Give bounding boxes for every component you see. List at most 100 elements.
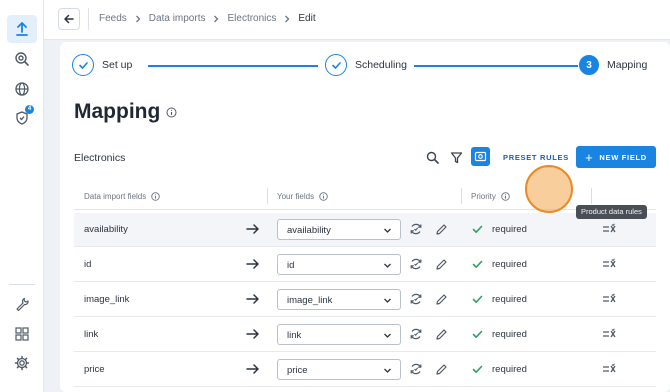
table-row: id id required — [74, 248, 656, 282]
check-icon — [325, 54, 347, 76]
target-field-select[interactable]: image_link — [277, 289, 401, 310]
select-value: id — [287, 260, 295, 271]
chevron-down-icon — [384, 368, 391, 373]
column-divider — [461, 188, 462, 204]
pencil-icon[interactable] — [433, 256, 449, 272]
source-field: link — [84, 329, 99, 340]
arrow-right-icon — [246, 329, 259, 339]
new-field-button[interactable]: + NEW FIELD — [576, 146, 656, 168]
priority-cell: required — [472, 259, 527, 270]
view-toggle-icon[interactable] — [471, 147, 490, 166]
transform-icon[interactable] — [408, 256, 424, 272]
step-label: Set up — [102, 59, 133, 71]
table-row: availability availability required — [74, 213, 656, 247]
section-name: Electronics — [74, 152, 126, 164]
rail-divider — [9, 284, 35, 285]
column-divider — [591, 188, 592, 204]
product-data-rules-icon[interactable] — [600, 222, 618, 236]
new-field-label: NEW FIELD — [599, 152, 647, 162]
chevron-down-icon — [384, 228, 391, 233]
top-bar: Feeds Data imports Electronics Edit — [44, 0, 670, 40]
target-search-icon[interactable] — [7, 45, 37, 73]
source-field: id — [84, 259, 92, 270]
search-icon[interactable] — [423, 148, 441, 166]
priority-cell: required — [472, 224, 527, 235]
chevron-down-icon — [384, 263, 391, 268]
pencil-icon[interactable] — [433, 326, 449, 342]
table-row: price price required — [74, 353, 656, 387]
breadcrumb-electronics[interactable]: Electronics — [227, 13, 276, 24]
breadcrumb-data-imports[interactable]: Data imports — [149, 13, 206, 24]
column-divider — [267, 188, 268, 204]
pencil-icon[interactable] — [433, 361, 449, 377]
target-field-select[interactable]: id — [277, 254, 401, 275]
chevron-right-icon — [283, 15, 291, 23]
priority-value: required — [492, 329, 527, 340]
select-value: price — [287, 365, 308, 376]
priority-value: required — [492, 224, 527, 235]
breadcrumb-feeds[interactable]: Feeds — [99, 13, 127, 24]
step-connector — [148, 65, 318, 67]
priority-cell: required — [472, 364, 527, 375]
upload-icon[interactable] — [7, 15, 37, 43]
priority-value: required — [492, 364, 527, 375]
product-data-rules-icon[interactable] — [600, 292, 618, 306]
info-icon[interactable] — [166, 107, 177, 118]
gear-icon[interactable] — [7, 349, 37, 377]
header-label: Your fields — [277, 192, 315, 201]
shield-icon[interactable]: 4 — [7, 104, 37, 132]
transform-icon[interactable] — [408, 361, 424, 377]
globe-icon[interactable] — [7, 75, 37, 103]
filter-icon[interactable] — [447, 148, 465, 166]
back-button[interactable] — [58, 8, 80, 30]
arrow-right-icon — [246, 294, 259, 304]
wrench-icon[interactable] — [7, 290, 37, 318]
priority-cell: required — [472, 329, 527, 340]
priority-value: required — [492, 259, 527, 270]
pencil-icon[interactable] — [433, 221, 449, 237]
cursor-highlight — [525, 165, 573, 213]
target-field-select[interactable]: price — [277, 359, 401, 380]
source-field: price — [84, 364, 105, 375]
transform-icon[interactable] — [408, 326, 424, 342]
check-icon — [472, 224, 483, 235]
info-icon[interactable] — [151, 192, 160, 201]
pencil-icon[interactable] — [433, 291, 449, 307]
target-field-select[interactable]: link — [277, 324, 401, 345]
info-icon[interactable] — [319, 192, 328, 201]
step-setup[interactable]: Set up — [72, 54, 132, 76]
product-data-rules-icon[interactable] — [600, 362, 618, 376]
select-value: link — [287, 330, 302, 341]
header-label: Data import fields — [84, 192, 147, 201]
target-field-select[interactable]: availability — [277, 219, 401, 240]
check-icon — [472, 364, 483, 375]
info-icon[interactable] — [501, 192, 510, 201]
table-row: link link required — [74, 318, 656, 352]
step-label: Mapping — [607, 59, 648, 71]
product-data-rules-icon[interactable] — [600, 327, 618, 341]
step-label: Scheduling — [355, 59, 407, 71]
select-value: image_link — [287, 295, 333, 306]
page-title: Mapping — [74, 100, 161, 123]
chevron-right-icon — [134, 15, 142, 23]
step-connector — [414, 65, 578, 67]
source-field: availability — [84, 224, 128, 235]
preset-rules-button[interactable]: PRESET RULES — [503, 153, 569, 162]
transform-icon[interactable] — [408, 291, 424, 307]
product-data-rules-icon[interactable] — [600, 257, 618, 271]
check-icon — [472, 294, 483, 305]
table-row: image_link image_link required — [74, 283, 656, 317]
header-your-fields: Your fields — [277, 192, 328, 201]
apps-grid-icon[interactable] — [7, 320, 37, 348]
transform-icon[interactable] — [408, 221, 424, 237]
step-mapping[interactable]: 3 Mapping — [579, 55, 647, 75]
priority-value: required — [492, 294, 527, 305]
step-scheduling[interactable]: Scheduling — [325, 54, 407, 76]
breadcrumb: Feeds Data imports Electronics Edit — [99, 13, 316, 24]
breadcrumb-current: Edit — [298, 13, 316, 24]
priority-cell: required — [472, 294, 527, 305]
tooltip: Product data rules — [576, 205, 647, 219]
check-icon — [72, 54, 94, 76]
stepper: Set up Scheduling 3 Mapping — [72, 54, 664, 78]
arrow-right-icon — [246, 259, 259, 269]
